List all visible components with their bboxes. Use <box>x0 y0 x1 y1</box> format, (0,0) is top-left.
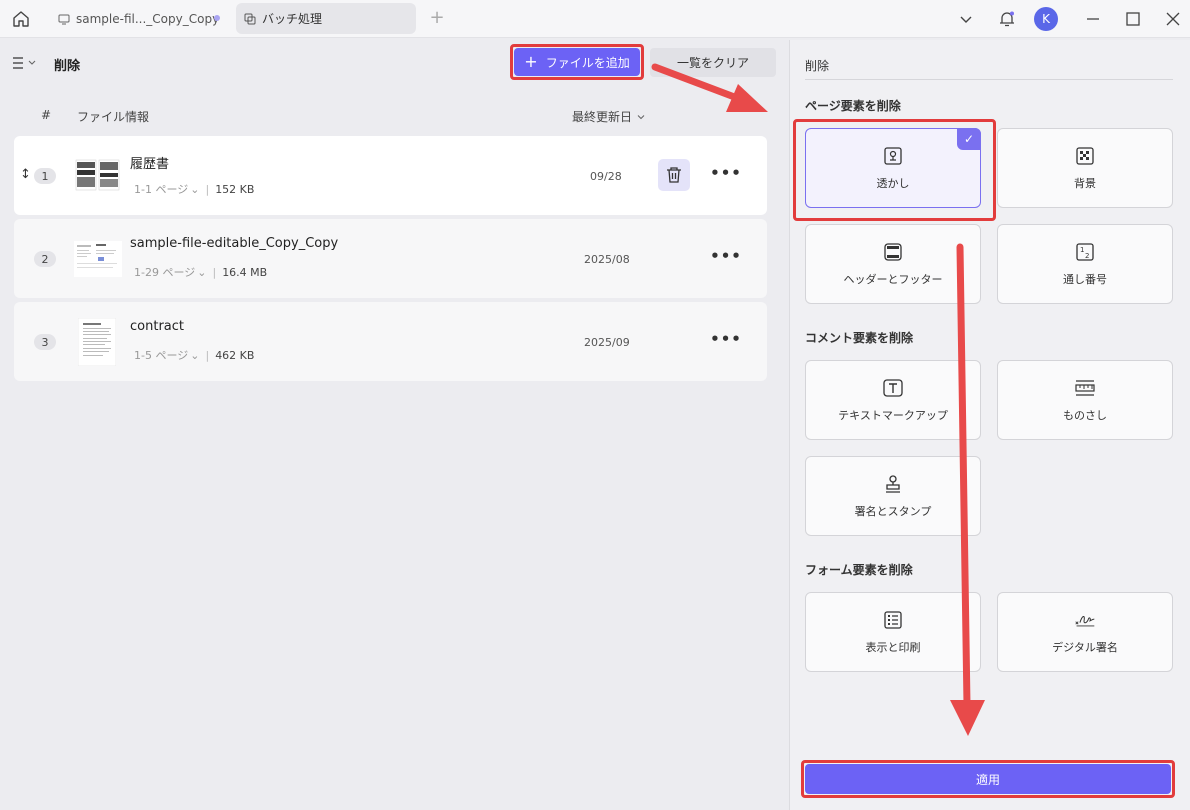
section-form-elements: フォーム要素を削除 <box>805 563 913 577</box>
file-size: 152 KB <box>215 182 255 196</box>
delete-button[interactable] <box>658 159 690 191</box>
title-bar: sample-fil..._Copy_Copy バッチ処理 + K <box>0 0 1190 38</box>
file-name: 履歴書 <box>130 157 170 172</box>
separator: | <box>205 348 210 362</box>
svg-text:2: 2 <box>1085 252 1089 260</box>
trash-icon <box>667 167 681 183</box>
more-options-icon[interactable]: ••• <box>710 330 741 348</box>
row-number: 3 <box>34 334 56 350</box>
menu-icon[interactable] <box>12 55 42 71</box>
ruler-icon <box>1074 377 1096 399</box>
divider <box>805 79 1173 80</box>
display-print-label: 表示と印刷 <box>865 641 921 654</box>
tab-document[interactable]: sample-fil..._Copy_Copy <box>48 3 234 34</box>
background-label: 背景 <box>1074 177 1096 190</box>
stamp-icon <box>882 473 904 495</box>
maximize-icon[interactable] <box>1122 8 1144 30</box>
measure-option[interactable]: ものさし <box>997 360 1173 440</box>
file-size: 462 KB <box>215 348 255 362</box>
batch-tab-icon <box>244 13 256 25</box>
signature-stamp-label: 署名とスタンプ <box>854 505 932 518</box>
page-range-select[interactable]: 1-5 ページ <box>134 347 188 363</box>
file-row[interactable]: ↕ 1 履歴書 1-1 ページ ⌄ | 152 KB 09/28 ••• <box>14 136 767 215</box>
display-print-option[interactable]: 表示と印刷 <box>805 592 981 672</box>
file-date: 2025/08 <box>584 253 630 266</box>
tab-label: バッチ処理 <box>262 12 323 26</box>
bates-number-option[interactable]: 12 通し番号 <box>997 224 1173 304</box>
bates-number-label: 通し番号 <box>1063 273 1107 286</box>
separator: | <box>212 265 217 279</box>
header-footer-icon <box>882 241 904 263</box>
text-markup-icon <box>882 377 904 399</box>
background-option[interactable]: 背景 <box>997 128 1173 208</box>
tab-batch[interactable]: バッチ処理 <box>236 3 416 34</box>
measure-label: ものさし <box>1063 409 1107 422</box>
section-comment-elements: コメント要素を削除 <box>805 331 914 345</box>
file-size: 16.4 MB <box>222 265 268 279</box>
file-meta: 1-5 ページ ⌄ | 462 KB <box>134 347 254 363</box>
document-tab-icon <box>58 13 70 25</box>
digital-signature-option[interactable]: デジタル署名 <box>997 592 1173 672</box>
text-markup-option[interactable]: テキストマークアップ <box>805 360 981 440</box>
chevron-down-icon[interactable] <box>955 8 977 30</box>
minimize-icon[interactable] <box>1082 8 1104 30</box>
chevron-down-icon: ⌄ <box>190 182 200 196</box>
col-header-date[interactable]: 最終更新日 <box>572 108 646 125</box>
page-range-select[interactable]: 1-29 ページ <box>134 264 195 280</box>
sort-chevron-icon <box>637 114 645 119</box>
tab-label: sample-fil..._Copy_Copy <box>76 11 220 26</box>
file-row[interactable]: 2 sample-file-editable_Copy_Copy 1-29 ペー… <box>14 219 767 298</box>
watermark-highlight <box>793 119 996 221</box>
file-name: contract <box>130 319 184 334</box>
clear-list-button[interactable]: 一覧をクリア <box>650 48 776 77</box>
text-markup-label: テキストマークアップ <box>838 409 948 422</box>
col-header-num: # <box>41 108 52 122</box>
new-tab-icon[interactable]: + <box>428 9 446 27</box>
page-title: 削除 <box>54 59 81 74</box>
bell-icon[interactable] <box>996 8 1018 30</box>
bates-number-icon: 12 <box>1074 241 1096 263</box>
file-name: sample-file-editable_Copy_Copy <box>130 236 339 251</box>
file-date: 09/28 <box>590 170 622 183</box>
home-icon[interactable] <box>8 6 34 32</box>
page-range-select[interactable]: 1-1 ページ <box>134 181 188 197</box>
more-options-icon[interactable]: ••• <box>710 164 741 182</box>
separator: | <box>205 182 210 196</box>
file-meta: 1-29 ページ ⌄ | 16.4 MB <box>134 264 267 280</box>
header-footer-option[interactable]: ヘッダーとフッター <box>805 224 981 304</box>
form-list-icon <box>882 609 904 631</box>
more-options-icon[interactable]: ••• <box>710 247 741 265</box>
svg-text:1: 1 <box>1080 246 1084 254</box>
digital-signature-icon <box>1074 609 1096 631</box>
chevron-down-icon: ⌄ <box>197 265 207 279</box>
row-number: 1 <box>34 168 56 184</box>
file-date: 2025/09 <box>584 336 630 349</box>
header-footer-label: ヘッダーとフッター <box>843 273 943 286</box>
apply-highlight <box>801 760 1175 798</box>
unsaved-dot-icon <box>214 15 220 21</box>
row-number: 2 <box>34 251 56 267</box>
col-header-date-label: 最終更新日 <box>572 110 633 124</box>
drag-handle-icon[interactable]: ↕ <box>20 167 31 182</box>
close-icon[interactable] <box>1162 8 1184 30</box>
chevron-down-icon: ⌄ <box>190 348 200 362</box>
add-files-highlight <box>510 44 644 80</box>
signature-stamp-option[interactable]: 署名とスタンプ <box>805 456 981 536</box>
avatar[interactable]: K <box>1034 7 1058 31</box>
digital-signature-label: デジタル署名 <box>1052 641 1118 654</box>
file-meta: 1-1 ページ ⌄ | 152 KB <box>134 181 254 197</box>
file-thumbnail <box>74 241 122 277</box>
file-thumbnail <box>74 158 122 194</box>
section-page-elements: ページ要素を削除 <box>805 99 901 113</box>
file-row[interactable]: 3 contract 1-5 ページ ⌄ | 462 KB 2025/09 ••… <box>14 302 767 381</box>
background-icon <box>1074 145 1096 167</box>
panel-title: 削除 <box>805 59 830 73</box>
file-thumbnail <box>77 317 117 367</box>
col-header-info: ファイル情報 <box>77 110 150 124</box>
